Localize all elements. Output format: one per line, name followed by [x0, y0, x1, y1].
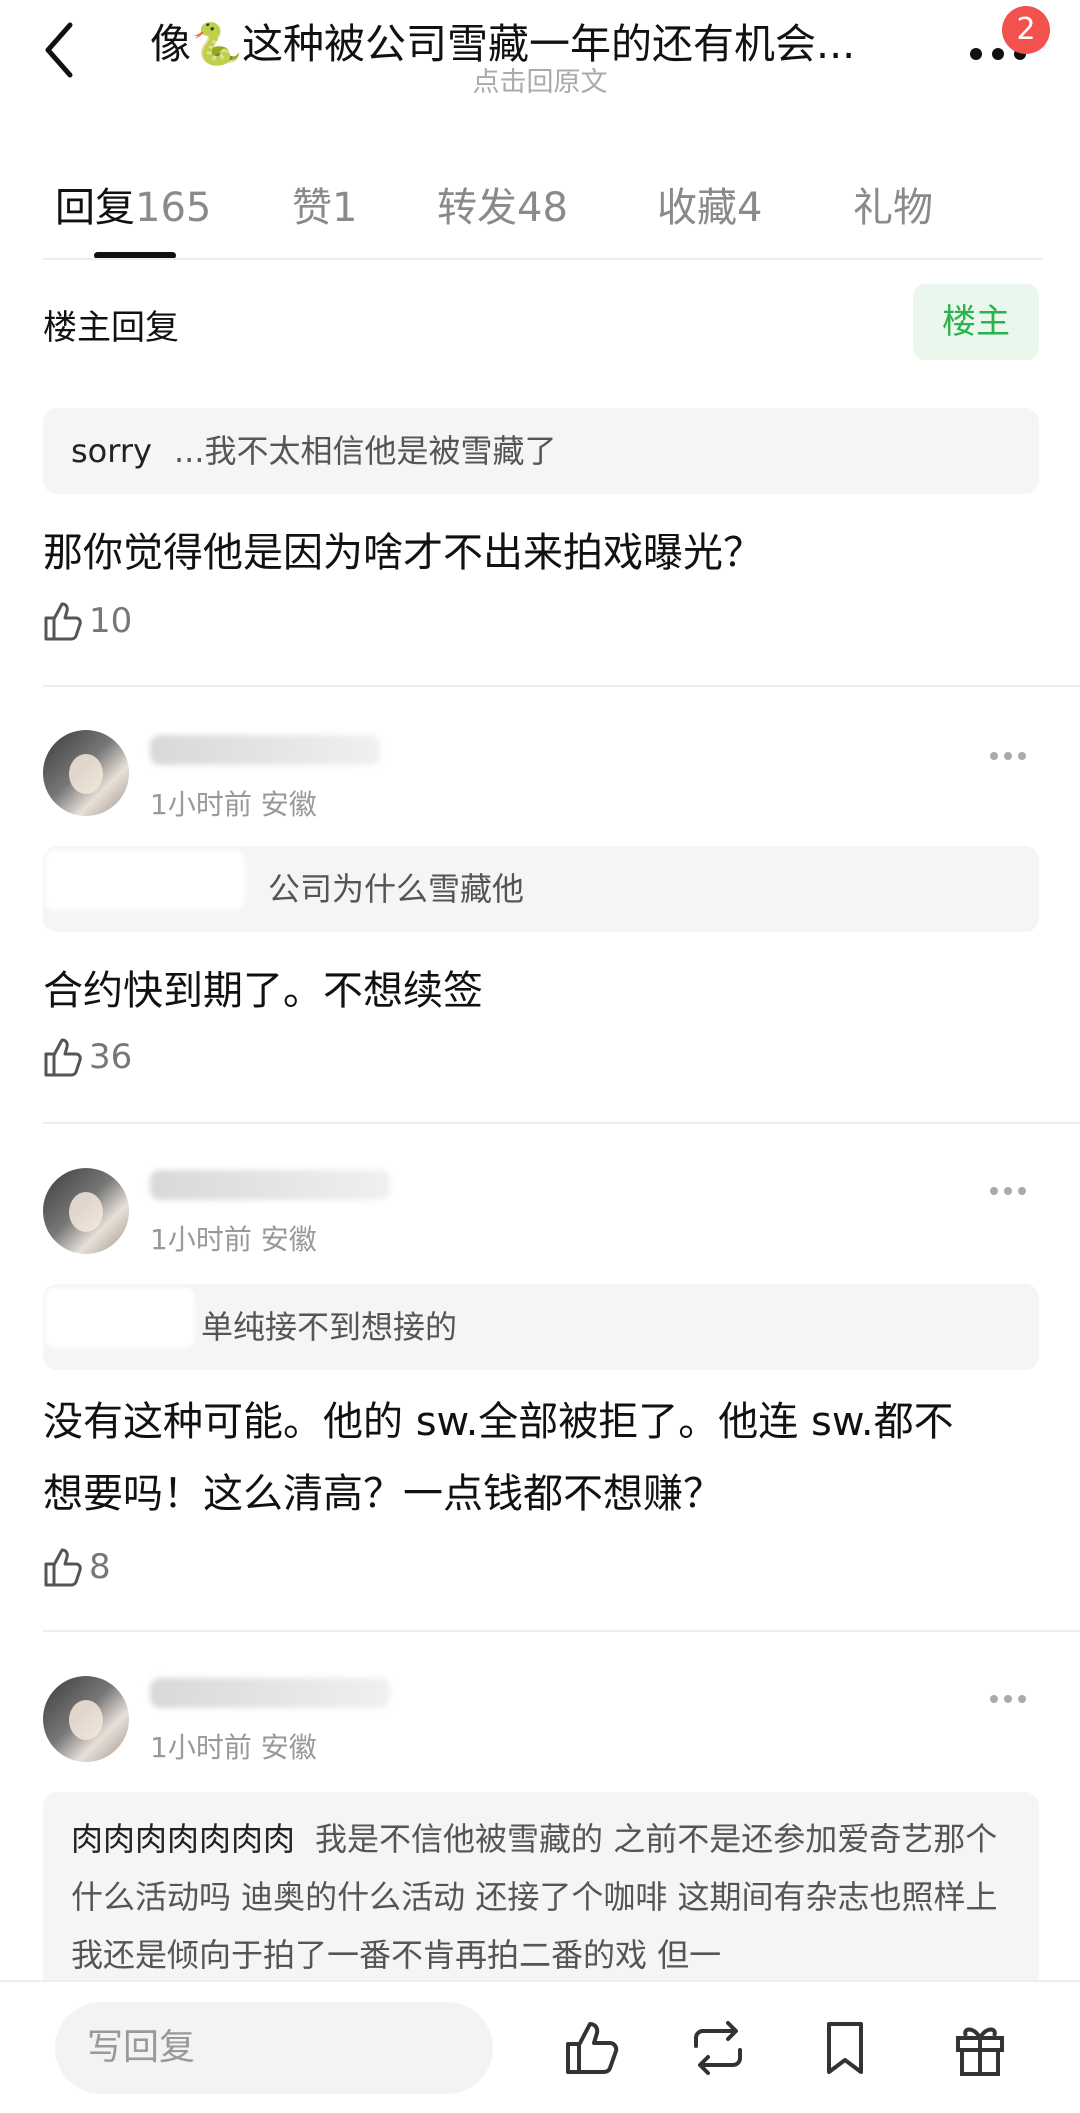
comment-meta: 1小时前 安徽 [150, 1726, 317, 1766]
tab-label: 转发 [437, 185, 517, 231]
comment-meta: 1小时前 安徽 [150, 1218, 317, 1258]
thumb-up-icon[interactable] [563, 2018, 623, 2078]
comment-location: 安徽 [260, 1731, 317, 1764]
section-title: 楼主回复 [43, 308, 179, 348]
divider [43, 258, 1043, 260]
back-to-original-link[interactable]: 点击回原文 [0, 60, 1080, 99]
bookmark-icon[interactable] [815, 2018, 875, 2078]
quoted-text: ...我不太相信他是被雪藏了 [173, 432, 557, 470]
tab-label: 赞 [292, 185, 332, 231]
comment-time: 1小时前 [150, 788, 252, 821]
comment-location: 安徽 [260, 1223, 317, 1256]
username-redacted[interactable] [150, 1678, 390, 1708]
gift-icon[interactable] [950, 2018, 1010, 2078]
like-button[interactable]: 8 [43, 1546, 111, 1590]
tab-count: 48 [517, 185, 568, 231]
reply-text: 那你觉得他是因为啥才不出来拍戏曝光？ [43, 530, 763, 576]
like-button[interactable]: 10 [43, 600, 132, 644]
quoted-comment[interactable]: sorry ...我不太相信他是被雪藏了 [43, 408, 1039, 494]
redaction-mask [45, 1288, 195, 1348]
comment-time: 1小时前 [150, 1223, 252, 1256]
tab-count: 1 [332, 185, 358, 231]
tab-label: 礼物 [853, 185, 933, 231]
avatar[interactable] [43, 1676, 129, 1762]
tab-label: 回复 [55, 185, 135, 231]
quoted-text: 单纯接不到想接的 [201, 1308, 458, 1346]
avatar[interactable] [43, 730, 129, 816]
thumb-up-icon [44, 1038, 82, 1077]
comment-more-icon[interactable] [990, 745, 1034, 760]
repost-icon[interactable] [688, 2018, 748, 2078]
reply-text: 合约快到期了。不想续签 [43, 968, 483, 1014]
thumb-up-icon [44, 1548, 82, 1587]
reply-text: 没有这种可能。他的 sw.全部被拒了。他连 sw.都不 想要吗！这么清高？一点钱… [43, 1386, 1043, 1530]
tab-count: 165 [135, 185, 212, 231]
op-filter-button[interactable]: 楼主 [913, 284, 1039, 360]
like-count: 8 [89, 1547, 111, 1587]
reply-text-line: 想要吗！这么清高？一点钱都不想赚？ [43, 1471, 723, 1517]
tab-reposts[interactable]: 转发48 [437, 175, 568, 233]
comment-more-icon[interactable] [990, 1180, 1034, 1195]
comment-more-icon[interactable] [990, 1688, 1034, 1703]
redaction-mask [45, 850, 245, 910]
quoted-username[interactable]: sorry [71, 432, 152, 470]
thumb-up-icon [44, 602, 82, 641]
tab-gifts[interactable]: 礼物 [853, 175, 933, 233]
divider [43, 685, 1080, 687]
username-redacted[interactable] [150, 735, 380, 765]
tab-likes[interactable]: 赞1 [292, 175, 357, 233]
comment-location: 安徽 [260, 788, 317, 821]
comment-time: 1小时前 [150, 1731, 252, 1764]
tab-label: 收藏 [657, 185, 737, 231]
tab-favorites[interactable]: 收藏4 [657, 175, 762, 233]
like-button[interactable]: 36 [43, 1036, 132, 1080]
quoted-text: 公司为什么雪藏他 [268, 870, 525, 908]
divider [43, 1122, 1080, 1124]
reply-input[interactable]: 写回复 [55, 2002, 493, 2094]
like-count: 36 [89, 1037, 133, 1077]
reply-text-line: 没有这种可能。他的 sw.全部被拒了。他连 sw.都不 [43, 1399, 954, 1445]
comment-meta: 1小时前 安徽 [150, 783, 317, 823]
tab-count: 4 [737, 185, 763, 231]
tab-replies[interactable]: 回复165 [55, 175, 211, 233]
like-count: 10 [89, 601, 133, 641]
divider [43, 1630, 1080, 1632]
username-redacted[interactable] [150, 1170, 390, 1200]
notification-badge: 2 [1002, 6, 1050, 54]
avatar[interactable] [43, 1168, 129, 1254]
quoted-comment[interactable]: 肉肉肉肉肉肉肉 我是不信他被雪藏的 之前不是还参加爱奇艺那个什么活动吗 迪奥的什么… [43, 1792, 1039, 1992]
quoted-username[interactable]: 肉肉肉肉肉肉肉 [71, 1820, 295, 1858]
